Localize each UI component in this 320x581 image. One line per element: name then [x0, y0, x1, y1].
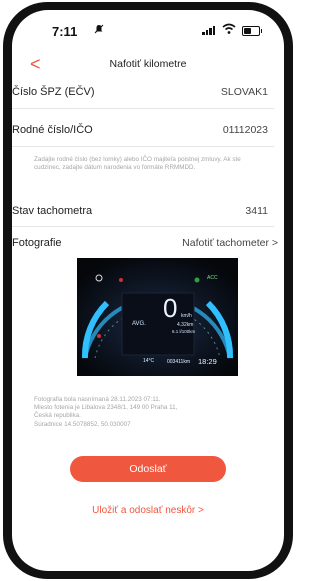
- divider: [12, 226, 274, 227]
- phone-frame: 7:11 < Nafotiť kilometre Číslo ŠPZ (EČV)…: [3, 2, 293, 579]
- dashboard-avg: AVG.: [132, 321, 146, 327]
- dashboard-clock: 18:29: [198, 357, 217, 366]
- birth-number-label: Rodné číslo/IČO: [12, 124, 93, 136]
- wifi-icon: [222, 23, 236, 34]
- send-button[interactable]: Odoslať: [70, 456, 226, 482]
- status-time: 7:11: [52, 24, 78, 39]
- divider: [12, 108, 274, 109]
- nav-bar: < Nafotiť kilometre: [12, 54, 284, 76]
- take-photo-link[interactable]: Nafotiť tachometer >: [182, 237, 278, 249]
- acc-indicator: ACC: [207, 275, 218, 281]
- photo-info-line: Fotografia bola nasnímaná 28.11.2023 07:…: [34, 396, 161, 403]
- odometer-photo[interactable]: ACC 0 km/h AVG. 4.32km 6.1 l/100km 14°C …: [77, 258, 238, 376]
- battery-icon: [242, 26, 262, 36]
- odometer-label: Stav tachometra: [12, 205, 93, 217]
- birth-number-value: 01112023: [222, 124, 268, 136]
- photo-info-line: Česká republika.: [34, 412, 81, 420]
- save-send-later-link[interactable]: Uložiť a odoslať neskôr >: [12, 505, 284, 516]
- divider: [12, 146, 274, 147]
- dashboard-odometer: 003411km: [167, 359, 190, 365]
- birth-number-hint: Zadajte rodné číslo (bez lomky) alebo IČ…: [34, 156, 241, 172]
- plate-value: SLOVAK1: [220, 86, 268, 98]
- photos-label: Fotografie: [12, 237, 62, 249]
- plate-label: Číslo ŠPZ (EČV): [12, 86, 95, 98]
- page-title: Nafotiť kilometre: [109, 58, 187, 70]
- photo-info-line: Súradnice 14.5078852, 50.030007: [34, 420, 131, 428]
- photo-metadata: Fotografia bola nasnímaná 28.11.2023 07:…: [34, 396, 274, 429]
- dashboard-trip: 4.32km: [177, 322, 194, 328]
- dashboard-temp: 14°C: [143, 358, 155, 364]
- screen: 7:11 < Nafotiť kilometre Číslo ŠPZ (EČV)…: [12, 10, 284, 571]
- dashboard-speed-unit: km/h: [181, 313, 192, 319]
- status-bar: 7:11: [12, 10, 284, 48]
- dashboard-consumption: 6.1 l/100km: [172, 329, 196, 334]
- cellular-signal-icon: [202, 25, 215, 35]
- dashboard-speed: 0: [163, 293, 178, 323]
- odometer-value: 3411: [245, 205, 268, 217]
- silent-bell-icon: [94, 24, 104, 37]
